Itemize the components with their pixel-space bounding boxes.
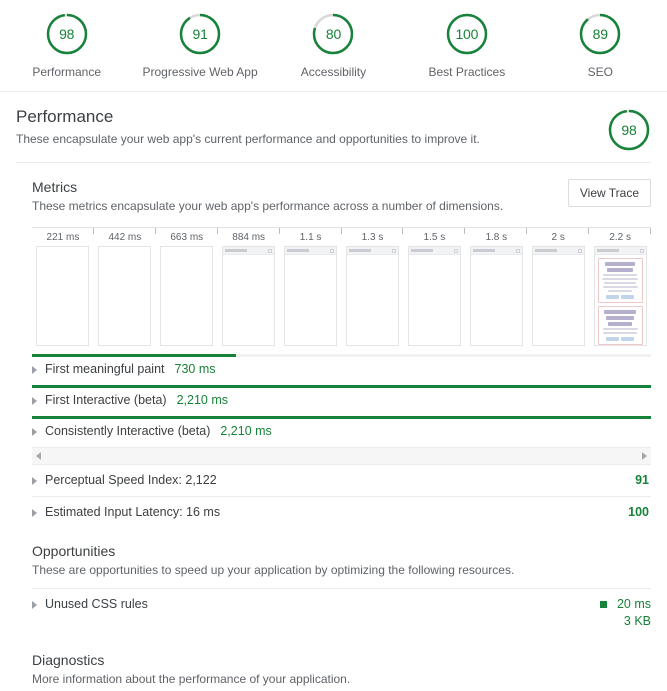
filmstrip: 221 ms 442 ms 663 ms 884 ms 1.1 s 1.3 s … <box>32 225 651 354</box>
score-item-accessibility[interactable]: 80 Accessibility <box>269 12 397 79</box>
score-label: SEO <box>587 65 613 79</box>
scores-header: 98 Performance 91 Progressive Web App 80… <box>0 0 667 91</box>
timeline-tick: 663 ms <box>156 228 218 246</box>
scroll-left-arrow-icon[interactable] <box>36 452 41 460</box>
score-label: Accessibility <box>300 65 367 79</box>
filmstrip-timeline-ticks: 221 ms 442 ms 663 ms 884 ms 1.1 s 1.3 s … <box>32 227 651 246</box>
filmstrip-frame <box>593 246 647 346</box>
category-score-gauge: 98 <box>607 108 651 152</box>
audit-title: First meaningful paint <box>45 362 165 376</box>
score-item-seo[interactable]: 89 SEO <box>536 12 664 79</box>
score-item-performance[interactable]: 98 Performance <box>3 12 131 79</box>
filmstrip-frame <box>345 246 399 346</box>
opportunity-sparkline <box>599 601 607 608</box>
filmstrip-frame <box>36 246 90 346</box>
timeline-tick: 2 s <box>527 228 590 246</box>
filmstrip-frame <box>222 246 276 346</box>
score-item-best-practices[interactable]: 100 Best Practices <box>403 12 531 79</box>
expand-triangle-icon[interactable] <box>32 397 37 405</box>
gauge-value: 98 <box>621 122 637 138</box>
opportunities-title: Opportunities <box>32 543 116 559</box>
opportunities-header: Opportunities These are opportunities to… <box>32 528 651 588</box>
metrics-title: Metrics <box>32 179 78 195</box>
audit-title: Unused CSS rules <box>45 597 148 611</box>
score-label: Performance <box>32 65 102 79</box>
audit-row[interactable]: First meaningful paint 730 ms <box>32 354 651 385</box>
audit-value: 730 ms <box>174 362 216 376</box>
diagnostics-header: Diagnostics More information about the p… <box>32 637 651 691</box>
gauge-value: 100 <box>455 26 479 42</box>
filmstrip-frame <box>469 246 523 346</box>
gauge-accessibility: 80 <box>311 12 355 56</box>
diagnostics-description: More information about the performance o… <box>32 672 351 686</box>
diagnostics-title: Diagnostics <box>32 652 105 668</box>
timeline-tick: 2.2 s <box>589 228 651 246</box>
score-label: Best Practices <box>428 65 506 79</box>
performance-category: Performance These encapsulate your web a… <box>0 91 667 691</box>
timeline-tick: 1.8 s <box>465 228 528 246</box>
audit-value: 2,210 ms <box>220 424 272 438</box>
audit-title: Estimated Input Latency: 16 ms <box>45 505 221 519</box>
audit-title: Consistently Interactive (beta) <box>45 424 211 438</box>
category-header: Performance These encapsulate your web a… <box>0 102 667 162</box>
timeline-tick: 221 ms <box>32 228 94 246</box>
gauge-value: 91 <box>192 26 208 42</box>
gauge-value: 98 <box>59 26 75 42</box>
filmstrip-frame <box>284 246 338 346</box>
audit-row[interactable]: Unused CSS rules 20 ms 3 KB <box>32 588 651 637</box>
timeline-tick: 884 ms <box>218 228 280 246</box>
expand-triangle-icon[interactable] <box>32 509 37 517</box>
expand-triangle-icon[interactable] <box>32 428 37 436</box>
audit-row[interactable]: Consistently Interactive (beta) 2,210 ms <box>32 416 651 447</box>
filmstrip-frame <box>531 246 585 346</box>
audit-row[interactable]: Perceptual Speed Index: 2,122 91 <box>32 465 651 496</box>
timeline-tick: 1.3 s <box>342 228 404 246</box>
horizontal-scrollbar[interactable] <box>32 447 651 465</box>
expand-triangle-icon[interactable] <box>32 601 37 609</box>
opportunity-size: 3 KB <box>623 614 651 628</box>
timeline-tick: 1.1 s <box>280 228 342 246</box>
gauge-seo: 89 <box>578 12 622 56</box>
score-label: Progressive Web App <box>142 65 258 79</box>
score-item-pwa[interactable]: 91 Progressive Web App <box>136 12 264 79</box>
timeline-tick: 442 ms <box>94 228 156 246</box>
opportunities-description: These are opportunities to speed up your… <box>32 563 515 577</box>
gauge-best-practices: 100 <box>445 12 489 56</box>
category-description: These encapsulate your web app's current… <box>16 132 480 146</box>
filmstrip-frame <box>98 246 152 346</box>
gauge-value: 80 <box>325 26 342 42</box>
scroll-right-arrow-icon[interactable] <box>642 452 647 460</box>
filmstrip-frames <box>32 246 651 354</box>
metrics-description: These metrics encapsulate your web app's… <box>32 199 504 213</box>
filmstrip-frame <box>160 246 214 346</box>
audit-row[interactable]: Estimated Input Latency: 16 ms 100 <box>32 496 651 528</box>
metric-bar <box>32 354 237 357</box>
audit-score: 100 <box>628 505 649 519</box>
audit-score: 91 <box>635 473 649 487</box>
gauge-value: 89 <box>592 26 608 42</box>
metric-bar <box>32 385 651 388</box>
timeline-tick: 1.5 s <box>403 228 466 246</box>
opportunity-value: 20 ms <box>616 597 651 611</box>
metrics-header: Metrics These metrics encapsulate your w… <box>32 163 651 225</box>
view-trace-button[interactable]: View Trace <box>567 179 651 207</box>
audit-title: Perceptual Speed Index: 2,122 <box>45 473 217 487</box>
audit-value: 2,210 ms <box>176 393 228 407</box>
audit-row[interactable]: First Interactive (beta) 2,210 ms <box>32 385 651 416</box>
page-title: Performance <box>16 107 114 126</box>
filmstrip-frame <box>407 246 461 346</box>
expand-triangle-icon[interactable] <box>32 477 37 485</box>
gauge-performance: 98 <box>45 12 89 56</box>
metric-bar <box>32 416 651 419</box>
metrics-block: Metrics These metrics encapsulate your w… <box>0 163 667 691</box>
expand-triangle-icon[interactable] <box>32 366 37 374</box>
audit-title: First Interactive (beta) <box>45 393 167 407</box>
gauge-pwa: 91 <box>178 12 222 56</box>
